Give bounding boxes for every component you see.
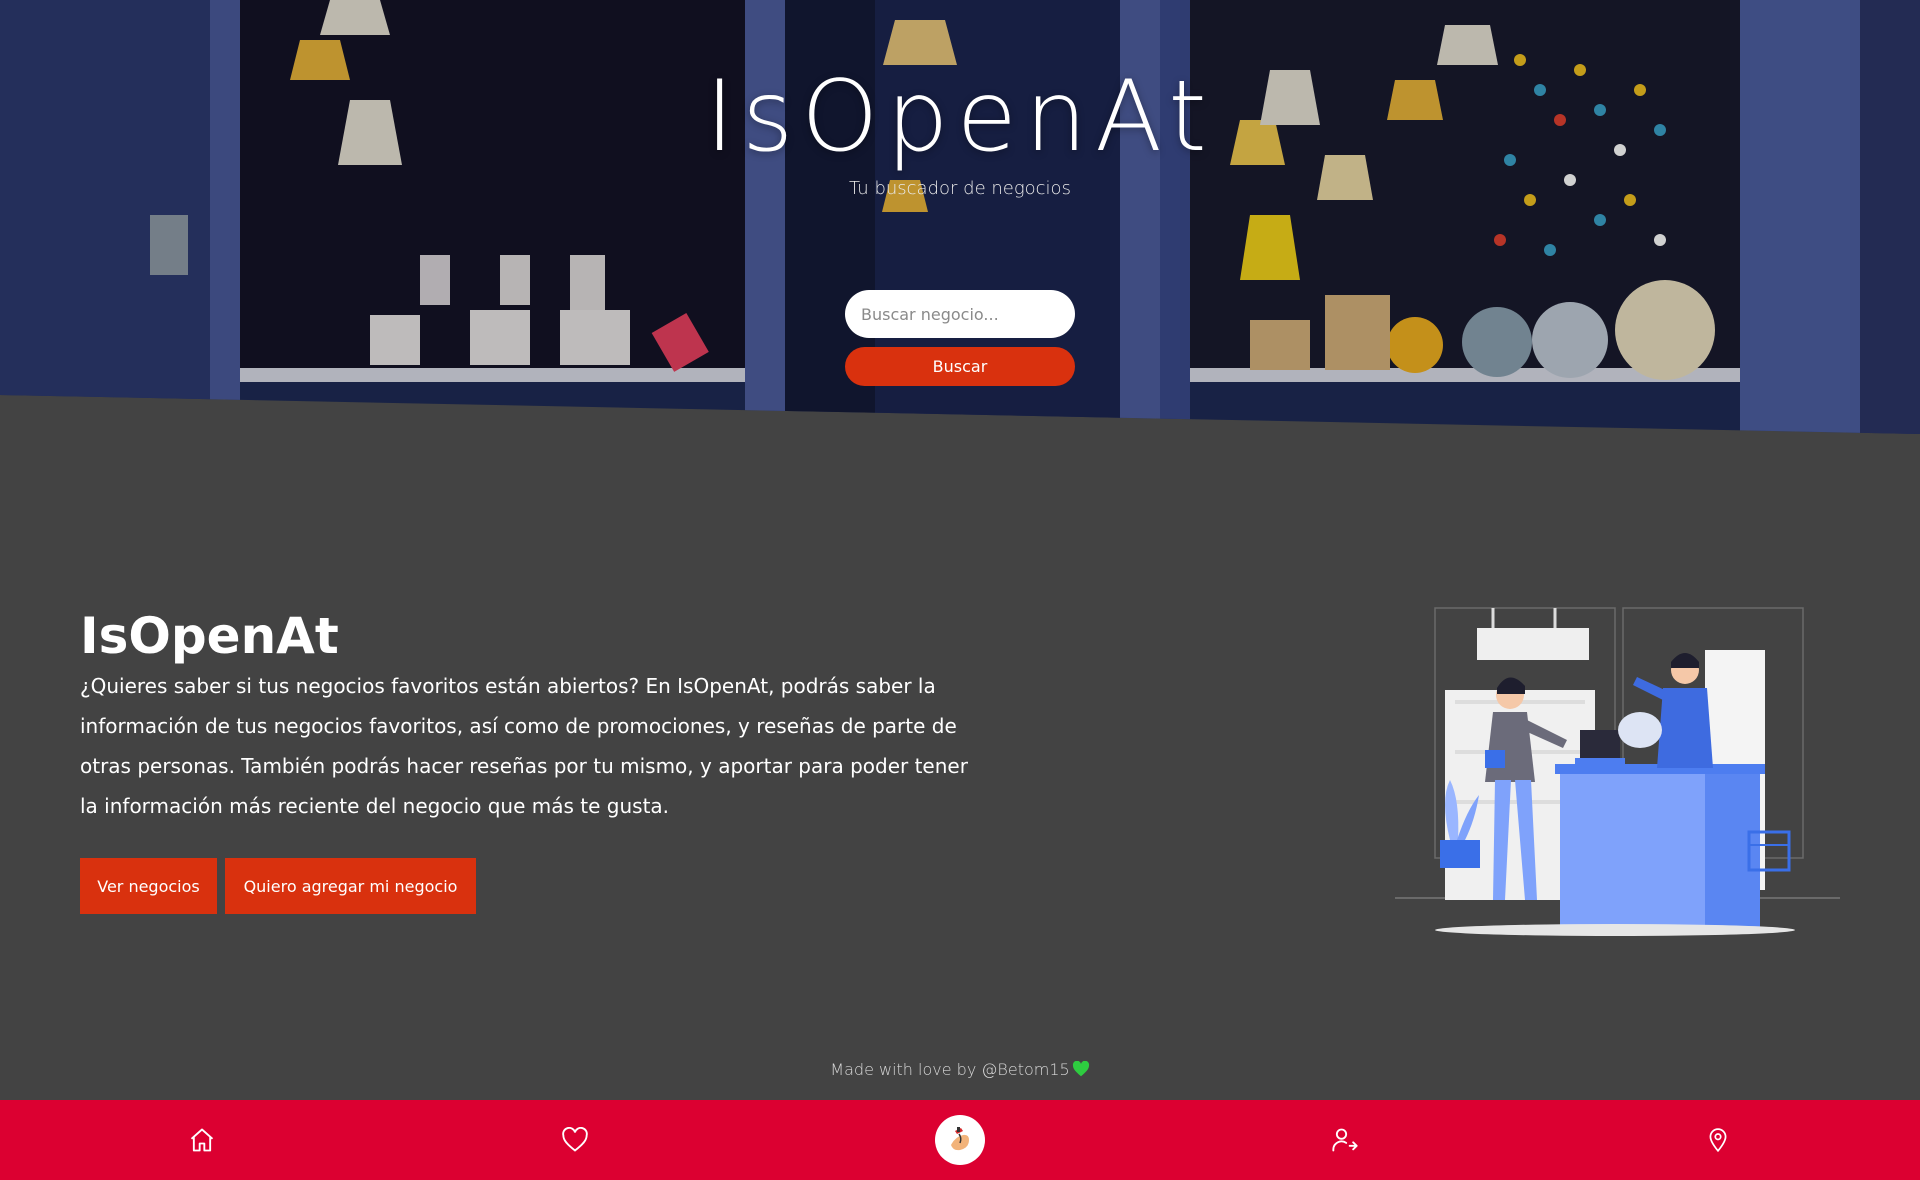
shop-counter-illustration	[1395, 607, 1840, 936]
location-pin-icon	[1709, 1128, 1727, 1153]
search-button[interactable]: Buscar	[845, 347, 1075, 386]
section-description: ¿Quieres saber si tus negocios favoritos…	[80, 674, 968, 818]
user-arrow-icon	[1332, 1128, 1358, 1152]
hero-subtitle: Tu buscador de negocios	[849, 178, 1071, 199]
nav-location[interactable]	[1688, 1100, 1748, 1180]
nav-favorites[interactable]	[545, 1100, 605, 1180]
add-business-button[interactable]: Quiero agregar mi negocio	[225, 858, 476, 914]
hero-banner: IsOpenAt Tu buscador de negocios Buscar	[0, 0, 1920, 434]
section-title: IsOpenAt	[80, 607, 339, 665]
search-input[interactable]	[845, 290, 1075, 338]
hero-title: IsOpenAt	[705, 60, 1215, 174]
nav-user-account[interactable]	[1315, 1100, 1375, 1180]
logo-icon	[951, 1127, 969, 1151]
footer-credit: Made with love by @Betom15	[0, 1060, 1920, 1079]
view-businesses-button[interactable]: Ver negocios	[80, 858, 217, 914]
heart-icon	[562, 1127, 588, 1152]
nav-home[interactable]	[172, 1100, 232, 1180]
footer-credit-text: Made with love by @Betom15	[830, 1060, 1070, 1079]
nav-logo-button[interactable]	[935, 1115, 985, 1165]
green-heart-icon	[1072, 1061, 1089, 1077]
bottom-navigation	[0, 1100, 1920, 1180]
home-icon	[190, 1128, 214, 1152]
